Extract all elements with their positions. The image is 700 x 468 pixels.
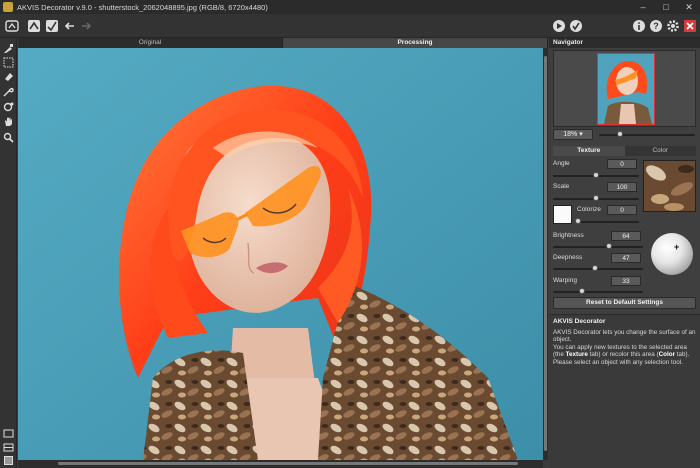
brightness-slider-knob[interactable] <box>606 243 612 249</box>
help-paragraph-3: Please select an object with any selecti… <box>553 358 683 366</box>
zoom-dropdown[interactable]: 18% ▾ <box>553 129 593 140</box>
help-text: AKVIS Decorator lets you change the surf… <box>553 329 697 366</box>
undo-icon[interactable] <box>62 18 78 34</box>
gear-icon[interactable] <box>665 18 681 34</box>
warping-slider-track[interactable] <box>553 291 643 293</box>
reset-default-settings-button[interactable]: Reset to Default Settings <box>553 297 696 309</box>
brightness-label: Brightness <box>553 232 584 239</box>
home-icon[interactable] <box>4 18 20 34</box>
horizontal-scrollbar[interactable] <box>18 460 543 468</box>
svg-text:?: ? <box>653 21 659 31</box>
redo-icon[interactable] <box>78 18 94 34</box>
help-texture-term: Texture <box>565 351 588 359</box>
close-button[interactable]: ✕ <box>678 0 700 14</box>
navigator-preview[interactable] <box>597 53 655 125</box>
vertical-scroll-thumb[interactable] <box>544 56 547 451</box>
open-image-icon[interactable] <box>26 18 42 34</box>
fill-tool-icon[interactable] <box>2 100 15 113</box>
scale-slider-knob[interactable] <box>593 195 599 201</box>
help-paragraph-2c: tab) or recolor this area ( <box>587 351 659 359</box>
colorize-slider-knob[interactable] <box>575 218 581 224</box>
top-toolbar: ? <box>0 14 700 38</box>
info-icon[interactable] <box>631 18 647 34</box>
magic-brush-tool-icon[interactable] <box>2 85 15 98</box>
navigator-header: Navigator <box>549 38 700 48</box>
colorize-value-field[interactable]: 0 <box>607 205 637 215</box>
colorize-slider-track[interactable] <box>577 221 639 223</box>
eraser-tool-icon[interactable] <box>2 70 15 83</box>
scale-label: Scale <box>553 183 570 190</box>
brightness-value-field[interactable]: 64 <box>611 231 641 241</box>
warping-value-field[interactable]: 33 <box>611 276 641 286</box>
navigator-window[interactable] <box>553 50 696 127</box>
tools-panel <box>0 38 17 468</box>
zoom-slider-knob[interactable] <box>617 131 623 137</box>
zoom-controls: 18% ▾ <box>553 129 696 141</box>
help-icon[interactable]: ? <box>648 18 664 34</box>
texture-preview-swatch[interactable] <box>643 160 696 212</box>
deepness-slider-knob[interactable] <box>592 265 598 271</box>
tab-color[interactable]: Color <box>624 146 696 156</box>
horizontal-scroll-thumb[interactable] <box>58 462 518 465</box>
help-color-term: Color <box>658 351 676 359</box>
help-title: AKVIS Decorator <box>553 318 606 325</box>
save-image-icon[interactable] <box>44 18 60 34</box>
tab-processing[interactable]: Processing <box>283 38 548 48</box>
texture-brush-tool-icon[interactable] <box>2 42 15 55</box>
deepness-slider-track[interactable] <box>553 268 643 270</box>
single-view-icon[interactable] <box>2 427 15 440</box>
akvis-brand-icon[interactable] <box>682 18 698 34</box>
brightness-slider-track[interactable] <box>553 246 643 248</box>
deepness-label: Deepness <box>553 254 583 261</box>
tab-original[interactable]: Original <box>18 38 283 48</box>
vertical-scrollbar[interactable] <box>543 48 548 460</box>
split-view-icon[interactable] <box>2 441 15 454</box>
settings-tabs: Texture Color <box>553 146 696 156</box>
minimize-button[interactable]: – <box>632 0 654 14</box>
help-paragraph-1: AKVIS Decorator lets you change the surf… <box>553 329 696 344</box>
help-paragraph-2e: tab). <box>675 351 690 359</box>
scale-value-field[interactable]: 100 <box>607 182 637 192</box>
view-tabs: Original Processing <box>18 38 548 48</box>
maximize-button[interactable]: □ <box>655 0 677 14</box>
angle-label: Angle <box>553 160 570 167</box>
window-title: AKVIS Decorator v.9.0 - shutterstock_206… <box>17 2 268 12</box>
help-panel: AKVIS Decorator AKVIS Decorator lets you… <box>549 314 700 468</box>
processed-photo <box>18 48 543 460</box>
image-canvas[interactable] <box>18 48 543 460</box>
background-color-icon[interactable] <box>2 454 15 467</box>
hand-tool-icon[interactable] <box>2 115 15 128</box>
zoom-slider-track[interactable] <box>599 134 695 136</box>
warping-slider-knob[interactable] <box>579 288 585 294</box>
angle-value-field[interactable]: 0 <box>607 159 637 169</box>
settings-panel: Navigator 18% ▾ Texture Color Angle 0 Sc… <box>549 38 700 468</box>
colorize-color-swatch[interactable] <box>553 205 572 224</box>
app-logo-icon <box>3 2 13 12</box>
apply-result-icon[interactable] <box>568 18 584 34</box>
zoom-tool-icon[interactable] <box>2 131 15 144</box>
title-bar: AKVIS Decorator v.9.0 - shutterstock_206… <box>0 0 700 14</box>
run-processing-icon[interactable] <box>551 18 567 34</box>
rectangle-selection-tool-icon[interactable] <box>2 56 15 69</box>
light-source-marker[interactable]: + <box>674 242 679 252</box>
tab-texture[interactable]: Texture <box>553 146 625 156</box>
light-direction-sphere[interactable] <box>651 233 693 275</box>
warping-label: Warping <box>553 277 577 284</box>
deepness-value-field[interactable]: 47 <box>611 253 641 263</box>
colorize-label: Colorize <box>577 206 601 213</box>
angle-slider-knob[interactable] <box>593 172 599 178</box>
